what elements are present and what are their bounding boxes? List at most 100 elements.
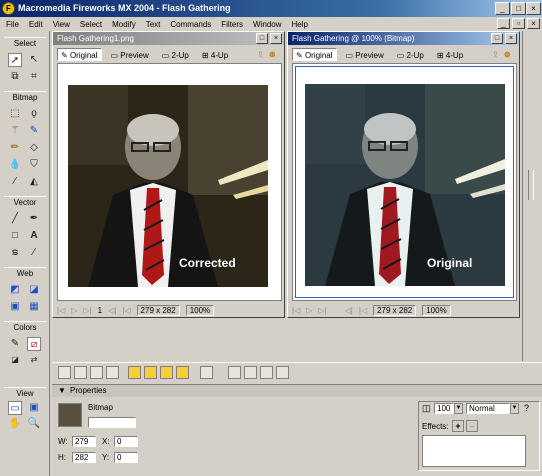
doc-right-zoom[interactable]: 100% (422, 304, 451, 316)
send-backward-icon[interactable] (160, 366, 173, 379)
menu-edit[interactable]: Edit (29, 20, 43, 29)
export-icon[interactable]: ⇪ (257, 50, 264, 59)
split-icon[interactable] (106, 366, 119, 379)
zoom-icon[interactable]: 🔍 (27, 417, 41, 431)
tab-original[interactable]: ✎ Original (292, 47, 337, 61)
add-effect-button[interactable]: + (452, 420, 464, 432)
doc-restore-button[interactable]: ▫ (512, 18, 525, 29)
remove-effect-button[interactable]: – (466, 420, 478, 432)
menu-modify[interactable]: Modify (112, 20, 136, 29)
crop-icon[interactable]: ⌗ (27, 70, 41, 84)
height-field[interactable]: 282 (72, 452, 96, 463)
ungroup-icon[interactable] (74, 366, 87, 379)
blend-mode-dropdown-icon[interactable]: ▼ (510, 403, 519, 414)
last-frame-icon[interactable]: ▷| (318, 306, 326, 315)
text-icon[interactable]: A (27, 229, 41, 243)
collapse-arrow-icon[interactable]: ▼ (58, 385, 66, 397)
menu-select[interactable]: Select (80, 20, 102, 29)
rectangle-icon[interactable]: □ (8, 229, 22, 243)
quick-export-icon[interactable]: ⊛ (504, 50, 511, 59)
rotate-ccw-icon[interactable] (228, 366, 241, 379)
bring-to-front-icon[interactable] (128, 366, 141, 379)
menu-commands[interactable]: Commands (170, 20, 211, 29)
send-to-back-icon[interactable] (176, 366, 189, 379)
align-icon[interactable] (200, 366, 213, 379)
object-name-field[interactable] (88, 417, 136, 428)
hotspot-icon[interactable]: ◩ (8, 283, 22, 297)
tab-4-up[interactable]: ⊞ 4-Up (198, 48, 232, 61)
join-icon[interactable] (90, 366, 103, 379)
blend-mode-select[interactable]: Normal (466, 403, 510, 414)
freeform-icon[interactable]: ຣ (8, 246, 22, 260)
help-icon[interactable]: ? (524, 403, 529, 413)
doc-left-close-button[interactable]: × (270, 33, 282, 44)
show-slices-icon[interactable]: ▦ (27, 300, 41, 314)
flip-horizontal-icon[interactable] (260, 366, 273, 379)
doc-left-maximize-button[interactable]: □ (256, 33, 268, 44)
lasso-icon[interactable]: ϙ (27, 107, 41, 121)
marquee-icon[interactable]: ⬚ (8, 107, 22, 121)
bring-forward-icon[interactable] (144, 366, 157, 379)
tab-2-up[interactable]: ▭ 2-Up (158, 48, 193, 61)
standard-view-icon[interactable]: ▭ (8, 401, 22, 415)
last-frame-icon[interactable]: ▷| (83, 306, 91, 315)
default-colors-icon[interactable]: ◪ (8, 353, 22, 367)
opacity-field[interactable]: 100 (434, 403, 454, 414)
prev-frame-icon[interactable]: ◁| (108, 306, 116, 315)
full-screen-icon[interactable]: ▣ (27, 401, 41, 415)
group-icon[interactable] (58, 366, 71, 379)
pointer-icon[interactable]: ➚ (8, 53, 22, 67)
doc-minimize-button[interactable]: _ (497, 18, 510, 29)
doc-right-canvas[interactable]: Original (292, 63, 517, 301)
properties-header[interactable]: ▼ Properties (52, 385, 542, 397)
next-frame-icon[interactable]: |◁ (359, 306, 367, 315)
menu-text[interactable]: Text (146, 20, 161, 29)
paint-bucket-icon[interactable]: ◭ (27, 175, 41, 189)
export-icon[interactable]: ⇪ (492, 50, 499, 59)
knife-icon[interactable]: ⁄ (27, 246, 41, 260)
close-button[interactable]: × (526, 2, 541, 15)
prev-frame-icon[interactable]: ◁| (345, 306, 353, 315)
quick-export-icon[interactable]: ⊛ (269, 50, 276, 59)
y-field[interactable]: 0 (114, 452, 138, 463)
menu-help[interactable]: Help (292, 20, 308, 29)
blur-icon[interactable]: 💧 (8, 158, 22, 172)
tab-preview[interactable]: ▭ Preview (342, 48, 388, 61)
line-icon[interactable]: ╱ (8, 212, 22, 226)
first-frame-icon[interactable]: |◁ (292, 306, 300, 315)
menu-view[interactable]: View (53, 20, 70, 29)
hide-slices-icon[interactable]: ▣ (8, 300, 22, 314)
magic-wand-icon[interactable]: ⚚ (8, 124, 22, 138)
subselect-icon[interactable]: ↖ (27, 53, 41, 67)
doc-close-button[interactable]: × (527, 18, 540, 29)
opacity-dropdown-icon[interactable]: ▼ (454, 403, 463, 414)
rotate-cw-icon[interactable] (244, 366, 257, 379)
doc-left-canvas[interactable]: Corrected (57, 63, 282, 301)
menu-filters[interactable]: Filters (221, 20, 243, 29)
pen-icon[interactable]: ✒ (27, 212, 41, 226)
doc-right-close-button[interactable]: × (505, 33, 517, 44)
brush-icon[interactable]: ✎ (27, 124, 41, 138)
flip-vertical-icon[interactable] (276, 366, 289, 379)
doc-right-maximize-button[interactable]: □ (491, 33, 503, 44)
swap-colors-icon[interactable]: ⇄ (27, 353, 41, 367)
tab-4-up[interactable]: ⊞ 4-Up (433, 48, 467, 61)
stroke-color-icon[interactable]: ✎ (8, 337, 22, 351)
menu-window[interactable]: Window (253, 20, 281, 29)
minimize-button[interactable]: _ (495, 2, 510, 15)
menu-file[interactable]: File (6, 20, 19, 29)
next-frame-icon[interactable]: |◁ (122, 306, 130, 315)
play-icon[interactable]: ▷ (71, 306, 77, 315)
eraser-icon[interactable]: ◇ (27, 141, 41, 155)
rubber-stamp-icon[interactable]: ⛉ (27, 158, 41, 172)
hand-icon[interactable]: ✋ (8, 417, 22, 431)
eyedropper-icon[interactable]: ⁄ (8, 175, 22, 189)
doc-left-zoom[interactable]: 100% (185, 304, 215, 316)
play-icon[interactable]: ▷ (306, 306, 312, 315)
panel-dock-grip[interactable] (528, 170, 534, 200)
slice-icon[interactable]: ◪ (27, 283, 41, 297)
pencil-icon[interactable]: ✏ (8, 141, 22, 155)
scale-icon[interactable]: ⧉ (8, 70, 22, 84)
effects-list[interactable] (422, 435, 526, 467)
width-field[interactable]: 279 (72, 436, 96, 447)
